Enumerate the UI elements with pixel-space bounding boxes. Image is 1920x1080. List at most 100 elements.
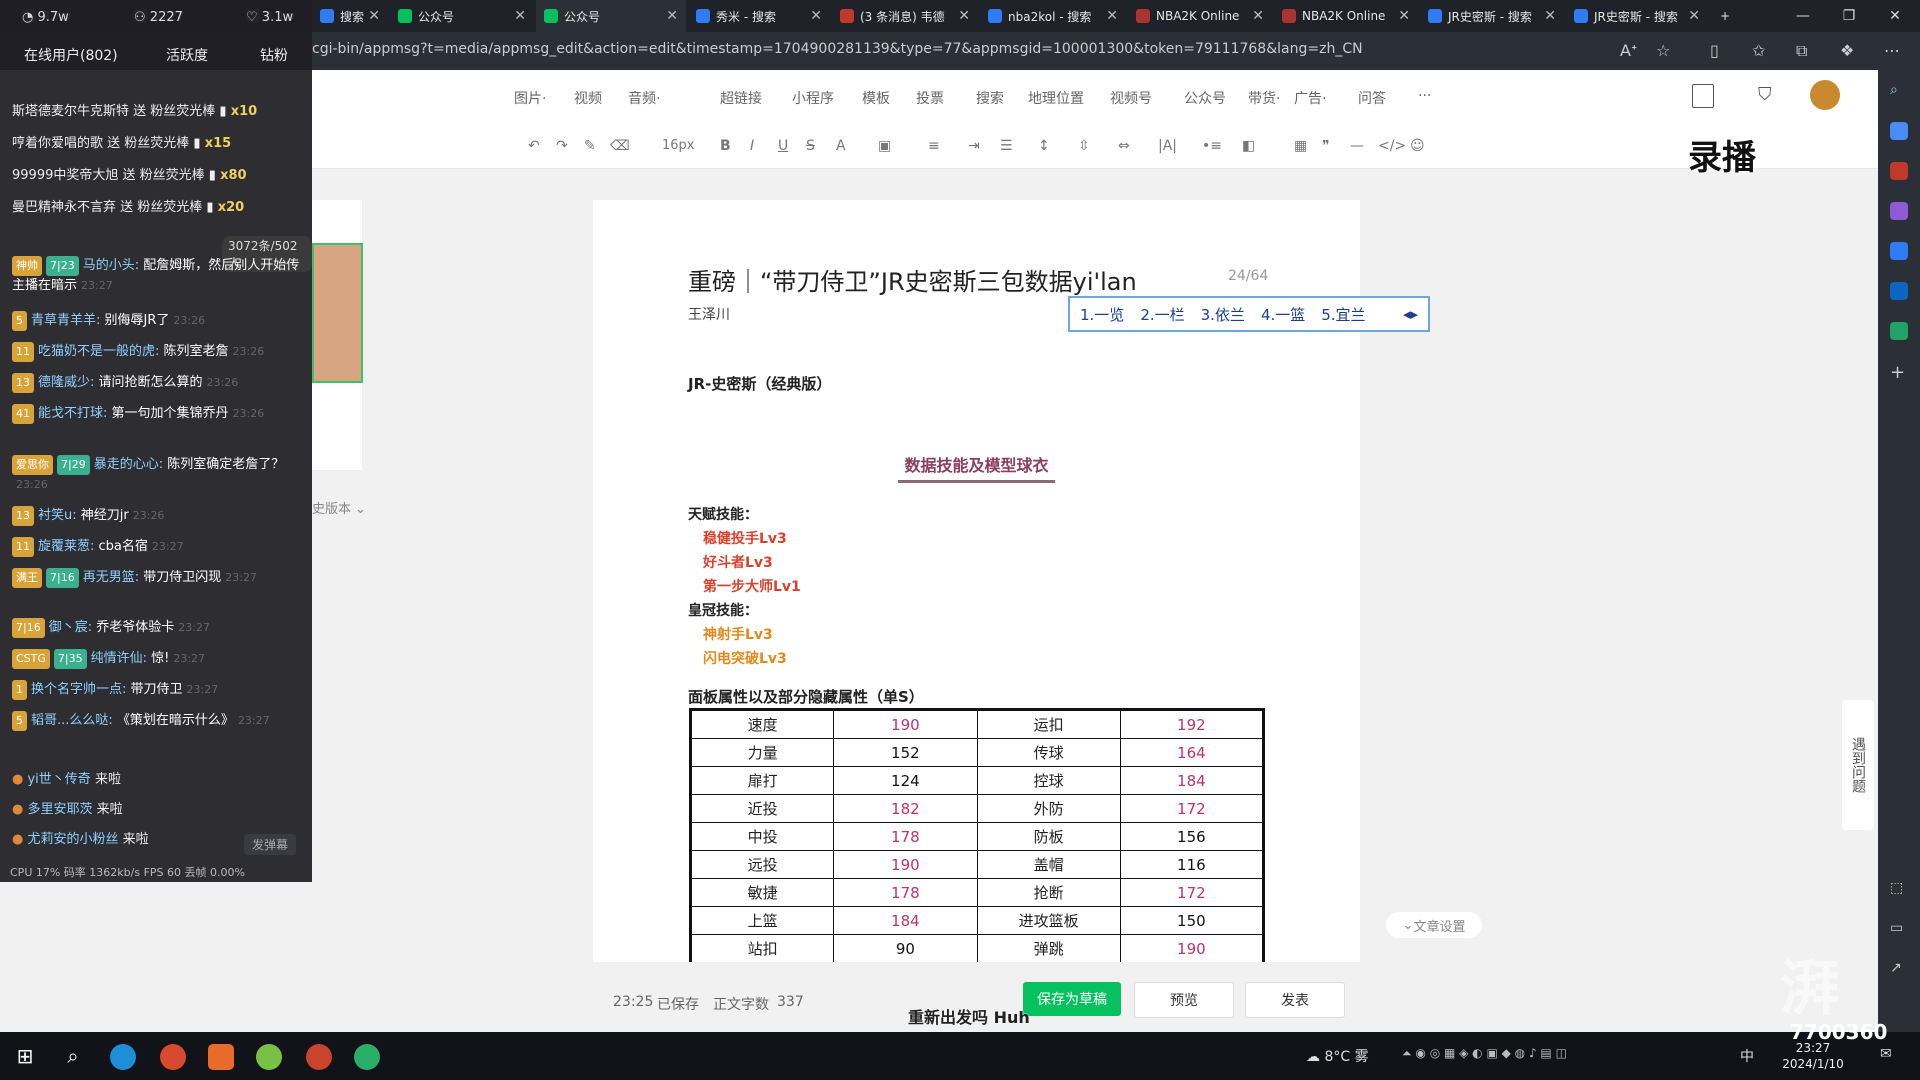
search-icon[interactable]: ⌕ xyxy=(1890,82,1908,100)
attr-value[interactable]: 190 xyxy=(833,850,978,879)
drop-icon[interactable] xyxy=(1890,322,1908,340)
attr-name[interactable]: 防板 xyxy=(976,822,1121,851)
tab-close-icon[interactable]: ✕ xyxy=(1688,8,1700,24)
extensions-icon[interactable]: ❖ xyxy=(1840,41,1854,60)
float-icon[interactable]: ◧ xyxy=(1242,138,1255,154)
attr-name[interactable]: 上篮 xyxy=(689,906,835,935)
send-danmu-button[interactable]: 发弹幕 xyxy=(244,834,297,855)
browser-tab[interactable]: 秀米 - 搜索 ✕ xyxy=(688,0,830,32)
tab-activity[interactable]: 活跃度 xyxy=(166,45,208,65)
url-input[interactable]: cgi-bin/appmsg?t=media/appmsg_edit&actio… xyxy=(312,41,1363,57)
read-aloud-icon[interactable]: Aᐩ xyxy=(1620,41,1637,60)
attr-name[interactable]: 力量 xyxy=(689,738,835,767)
justify-icon[interactable]: ☰ xyxy=(1000,138,1013,154)
chat-username[interactable]: 韬哥...么么哒: xyxy=(31,713,117,728)
system-clock[interactable]: 23:27 2024/1/10 xyxy=(1768,1040,1858,1072)
tab-close-icon[interactable]: ✕ xyxy=(810,8,822,24)
sidebar-toggle-icon[interactable]: ▭ xyxy=(1890,920,1908,938)
insert-menu-item[interactable]: 广告· xyxy=(1294,88,1326,108)
collections-icon[interactable]: ⧉ xyxy=(1796,41,1807,61)
tab-close-icon[interactable]: ✕ xyxy=(1106,8,1118,24)
notification-icon[interactable]: ✉ xyxy=(1880,1046,1892,1062)
tab-diamond-fans[interactable]: 钻粉 xyxy=(260,45,288,65)
browser-tab[interactable]: NBA2K Online ✕ xyxy=(1274,0,1418,32)
ime-candidate-box[interactable]: 1.一览 2.一栏 3.依兰 4.一篮 5.宜兰 ◂▸ xyxy=(1068,296,1430,332)
more-menu-icon[interactable]: ⋯ xyxy=(1884,41,1900,60)
windows-start-icon[interactable]: ⊞ xyxy=(12,1044,38,1070)
tab-online-users[interactable]: 在线用户(802) xyxy=(24,45,118,65)
attr-name[interactable]: 盖帽 xyxy=(976,850,1121,879)
attr-name[interactable]: 外防 xyxy=(976,794,1121,823)
undo-icon[interactable]: ↶ xyxy=(528,138,540,154)
insert-menu-item[interactable]: 投票 xyxy=(916,88,944,108)
copilot-icon[interactable] xyxy=(1890,122,1908,140)
attr-value[interactable]: 184 xyxy=(833,906,978,935)
insert-menu-item[interactable]: 问答 xyxy=(1358,88,1386,108)
history-version-link[interactable]: 史版本 ⌄ xyxy=(312,498,366,517)
new-tab-button[interactable]: + xyxy=(1712,0,1742,32)
attr-name[interactable]: 运扣 xyxy=(976,709,1121,739)
attr-value[interactable]: 156 xyxy=(1119,822,1265,851)
avatar[interactable] xyxy=(1810,80,1840,110)
minimize-button[interactable]: — xyxy=(1780,0,1826,32)
attr-value[interactable]: 178 xyxy=(833,878,978,907)
tray-icons[interactable]: ⏶ ◉ ◎ ▦ ◈ ◐ ▣ ◆ ◍ ♪ ▤ ◫ xyxy=(1402,1046,1567,1061)
cover-thumbnail[interactable] xyxy=(312,243,363,383)
attr-name[interactable]: 近投 xyxy=(689,794,835,823)
tab-close-icon[interactable]: ✕ xyxy=(1252,8,1264,24)
insert-menu-item[interactable]: 图片· xyxy=(514,88,546,108)
attr-name[interactable]: 控球 xyxy=(976,766,1121,795)
attr-value[interactable]: 150 xyxy=(1119,906,1265,935)
bold-icon[interactable]: B xyxy=(720,138,731,154)
publish-button[interactable]: 发表 xyxy=(1245,982,1345,1018)
browser-tab[interactable]: 公众号 ✕ xyxy=(536,0,686,32)
format-painter-icon[interactable]: ✎ xyxy=(584,138,596,154)
edge-browser-icon[interactable] xyxy=(110,1044,136,1070)
ime-page-arrows-icon[interactable]: ◂▸ xyxy=(1403,305,1418,323)
attr-value[interactable]: 152 xyxy=(833,738,978,767)
restore-button[interactable]: ❐ xyxy=(1826,0,1872,32)
attr-value[interactable]: 182 xyxy=(833,794,978,823)
chat-username[interactable]: 青草青羊羊: xyxy=(31,313,105,328)
attr-name[interactable]: 中投 xyxy=(689,822,835,851)
chat-username[interactable]: 换个名字帅一点: xyxy=(31,682,131,697)
preview-button[interactable]: 预览 xyxy=(1134,982,1234,1018)
paragraph-spacing-icon[interactable]: ⇳ xyxy=(1078,138,1090,154)
insert-menu-item[interactable]: 音频· xyxy=(628,88,660,108)
insert-menu-item[interactable]: 视频号 xyxy=(1110,88,1152,108)
insert-menu-item[interactable]: 超链接 xyxy=(720,88,762,108)
tab-close-icon[interactable]: ✕ xyxy=(1544,8,1556,24)
italic-icon[interactable]: I xyxy=(750,138,754,154)
indent-icon[interactable]: ⇥ xyxy=(968,138,980,154)
join-username[interactable]: 尤莉安的小粉丝 xyxy=(27,832,122,847)
split-screen-icon[interactable]: ▯ xyxy=(1710,41,1719,60)
background-color-icon[interactable]: ▣ xyxy=(878,138,891,154)
chat-username[interactable]: 吃猫奶不是一般的虎: xyxy=(38,344,164,359)
shield-icon[interactable]: ⛉ xyxy=(1758,84,1776,106)
chat-username[interactable]: 马的小头: xyxy=(83,258,144,273)
tab-close-icon[interactable]: ✕ xyxy=(666,8,678,24)
code-icon[interactable]: </> xyxy=(1378,138,1406,154)
attr-value[interactable]: 164 xyxy=(1119,738,1265,767)
author-input[interactable]: 王泽川 xyxy=(688,304,730,324)
attr-value[interactable]: 184 xyxy=(1119,766,1265,795)
attr-value[interactable]: 190 xyxy=(1119,934,1265,962)
insert-menu-item[interactable]: 带货· xyxy=(1248,88,1280,108)
browser-tab[interactable]: 公众号 ✕ xyxy=(390,0,534,32)
app-icon[interactable] xyxy=(160,1044,186,1070)
ime-candidate[interactable]: 2.一栏 xyxy=(1140,304,1184,325)
attr-value[interactable]: 90 xyxy=(833,934,978,962)
join-username[interactable]: 多里安耶茨 xyxy=(27,802,96,817)
article-settings-button[interactable]: ⌄ 文章设置 xyxy=(1386,912,1482,938)
strikethrough-icon[interactable]: S xyxy=(806,138,815,154)
favorite-star-icon[interactable]: ☆ xyxy=(1656,41,1670,60)
save-draft-button[interactable]: 保存为草稿 xyxy=(1023,982,1121,1016)
chat-username[interactable]: 旋覆莱葱: xyxy=(38,539,99,554)
ime-candidate[interactable]: 3.依兰 xyxy=(1201,304,1245,325)
office-icon[interactable] xyxy=(1890,242,1908,260)
app-icon[interactable] xyxy=(256,1044,282,1070)
attr-value[interactable]: 116 xyxy=(1119,850,1265,879)
screenshot-icon[interactable]: ⬚ xyxy=(1890,880,1908,898)
attr-name[interactable]: 抢断 xyxy=(976,878,1121,907)
browser-tab[interactable]: JR史密斯 - 搜索 ✕ xyxy=(1420,0,1564,32)
